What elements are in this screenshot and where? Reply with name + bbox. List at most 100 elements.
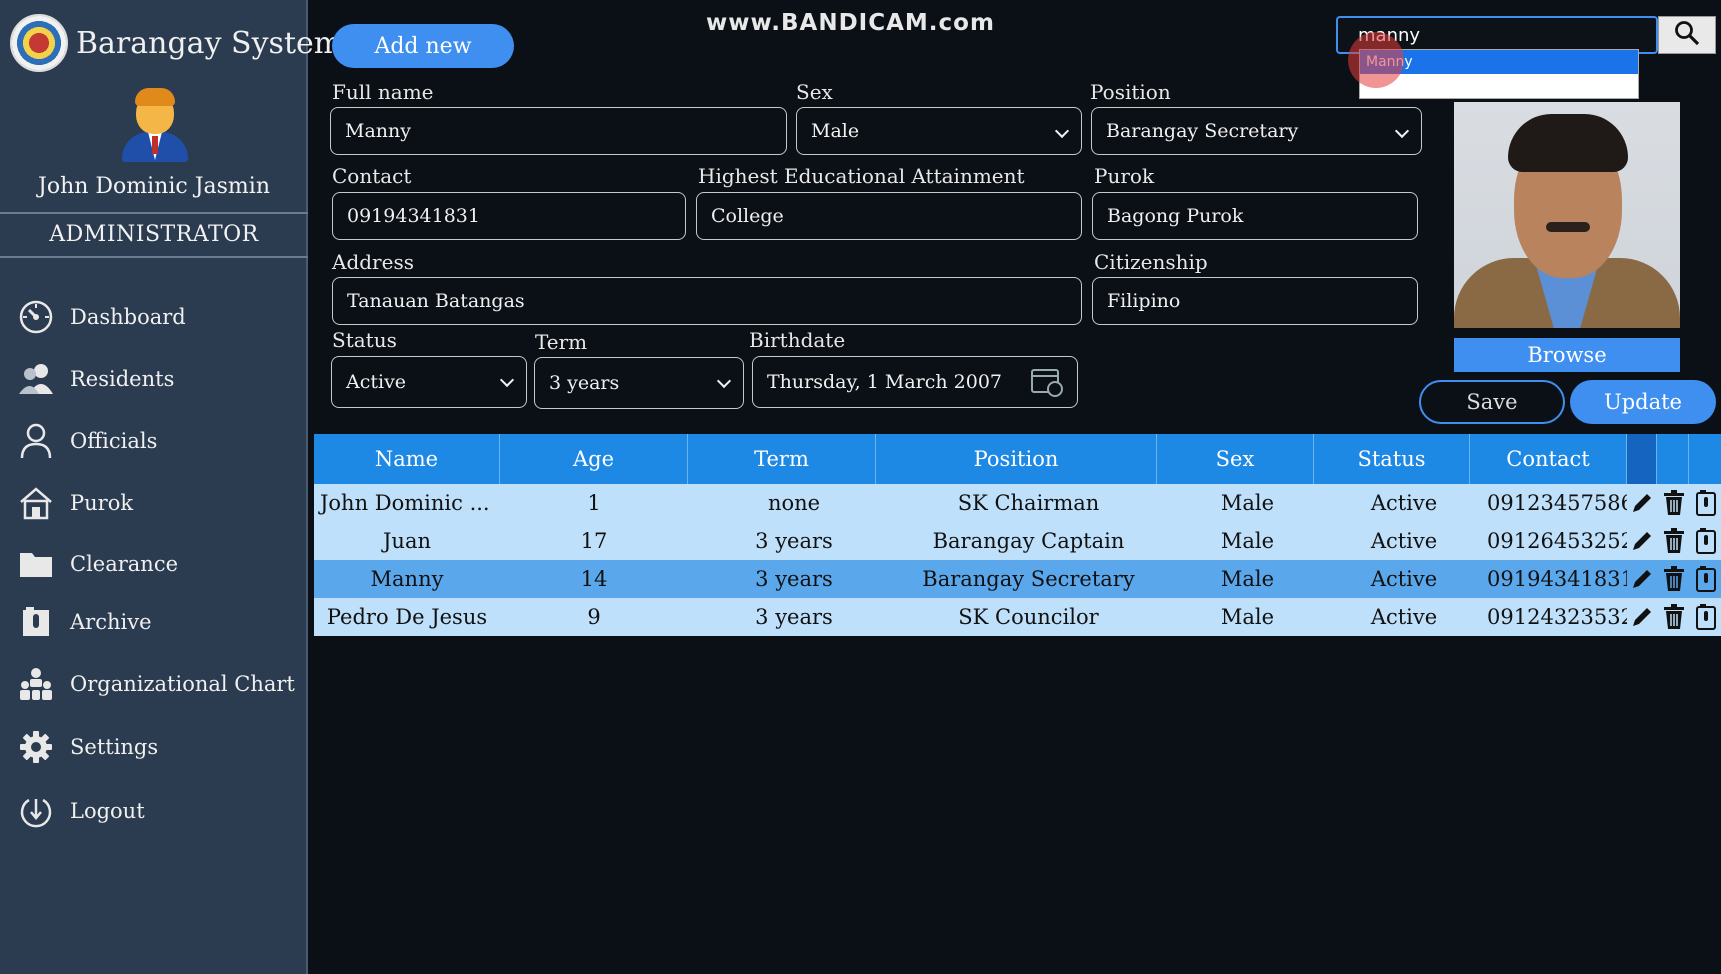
header-status[interactable]: Status bbox=[1314, 434, 1470, 484]
header-term[interactable]: Term bbox=[688, 434, 876, 484]
term-select[interactable]: 3 years bbox=[534, 357, 744, 409]
nav-purok[interactable]: Purok bbox=[16, 480, 302, 526]
delete-trash-icon[interactable] bbox=[1661, 527, 1687, 555]
cell-term: 3 years bbox=[755, 567, 833, 591]
nav-organizational-chart[interactable]: Organizational Chart bbox=[16, 661, 302, 707]
header-age[interactable]: Age bbox=[500, 434, 688, 484]
edit-pencil-icon[interactable] bbox=[1629, 565, 1655, 593]
update-button[interactable]: Update bbox=[1570, 380, 1716, 424]
table-row[interactable]: John Dominic ... 1 none SK Chairman Male… bbox=[314, 484, 1721, 522]
cell-sex: Male bbox=[1220, 491, 1275, 515]
position-select[interactable]: Barangay Secretary bbox=[1091, 107, 1422, 155]
delete-trash-icon[interactable] bbox=[1661, 603, 1687, 631]
app-title: Barangay System bbox=[76, 25, 343, 61]
cell-age: 17 bbox=[580, 529, 608, 553]
address-input[interactable]: Tanauan Batangas bbox=[332, 277, 1082, 325]
contact-input[interactable]: 09194341831 bbox=[332, 192, 686, 240]
nav-label: Purok bbox=[70, 491, 134, 515]
cell-contact: 09123457586 bbox=[1487, 491, 1627, 515]
cell-status: Active bbox=[1370, 605, 1438, 629]
header-name[interactable]: Name bbox=[314, 434, 500, 484]
cell-position: SK Councilor bbox=[958, 605, 1099, 629]
cell-name: Pedro De Jesus bbox=[326, 605, 488, 629]
save-button[interactable]: Save bbox=[1419, 380, 1565, 424]
sex-label: Sex bbox=[796, 80, 833, 104]
archive-icon[interactable] bbox=[1693, 603, 1719, 631]
cell-name: Juan bbox=[383, 529, 431, 553]
search-icon bbox=[1674, 20, 1700, 50]
birthdate-value: Thursday, 1 March 2007 bbox=[767, 371, 1003, 393]
add-new-button[interactable]: Add new bbox=[332, 24, 514, 68]
nav-label: Settings bbox=[70, 735, 159, 759]
nav-residents[interactable]: Residents bbox=[16, 356, 302, 402]
row-actions bbox=[1627, 560, 1721, 598]
nav-label: Officials bbox=[70, 429, 158, 453]
row-actions bbox=[1627, 522, 1721, 560]
nav-settings[interactable]: Settings bbox=[16, 724, 302, 770]
cell-name: Manny bbox=[370, 567, 444, 591]
cell-contact: 09124323532 bbox=[1487, 605, 1627, 629]
nav-label: Dashboard bbox=[70, 305, 186, 329]
nav-logout[interactable]: Logout bbox=[16, 788, 302, 834]
archive-icon[interactable] bbox=[1693, 489, 1719, 517]
cell-age: 9 bbox=[587, 605, 601, 629]
education-input[interactable]: College bbox=[696, 192, 1082, 240]
cell-sex: Male bbox=[1220, 605, 1275, 629]
birthdate-picker[interactable]: Thursday, 1 March 2007 bbox=[752, 356, 1078, 408]
table-row[interactable]: Pedro De Jesus 9 3 years SK Councilor Ma… bbox=[314, 598, 1721, 636]
table-row-selected[interactable]: Manny 14 3 years Barangay Secretary Male… bbox=[314, 560, 1721, 598]
education-label: Highest Educational Attainment bbox=[698, 164, 1025, 188]
edit-pencil-icon[interactable] bbox=[1629, 527, 1655, 555]
birthdate-label: Birthdate bbox=[749, 328, 846, 352]
recording-watermark: www.BANDICAM.com bbox=[706, 10, 995, 36]
citizenship-input[interactable]: Filipino bbox=[1092, 277, 1418, 325]
delete-trash-icon[interactable] bbox=[1661, 565, 1687, 593]
cell-status: Active bbox=[1370, 529, 1438, 553]
purok-label: Purok bbox=[1094, 164, 1155, 188]
nav-clearance[interactable]: Clearance bbox=[16, 541, 302, 587]
user-name: John Dominic Jasmin bbox=[38, 174, 270, 199]
house-icon bbox=[16, 483, 56, 523]
nav-label: Clearance bbox=[70, 552, 179, 576]
click-indicator bbox=[1348, 32, 1404, 88]
gauge-icon bbox=[16, 297, 56, 337]
cell-term: 3 years bbox=[755, 605, 833, 629]
edit-pencil-icon[interactable] bbox=[1629, 603, 1655, 631]
archive-icon[interactable] bbox=[1693, 565, 1719, 593]
citizenship-label: Citizenship bbox=[1094, 250, 1208, 274]
brand: Barangay System bbox=[10, 14, 342, 72]
cell-name: John Dominic ... bbox=[320, 491, 490, 515]
browse-button[interactable]: Browse bbox=[1454, 338, 1680, 372]
table-row[interactable]: Juan 17 3 years Barangay Captain Male Ac… bbox=[314, 522, 1721, 560]
nav-archive[interactable]: Archive bbox=[16, 599, 302, 645]
row-actions bbox=[1627, 598, 1721, 636]
edit-pencil-icon[interactable] bbox=[1629, 489, 1655, 517]
status-select[interactable]: Active bbox=[331, 356, 527, 408]
search-button[interactable] bbox=[1658, 16, 1716, 54]
header-sex[interactable]: Sex bbox=[1157, 434, 1314, 484]
person-icon bbox=[16, 421, 56, 461]
calendar-icon[interactable] bbox=[1031, 369, 1063, 397]
full-name-input[interactable]: Manny bbox=[330, 107, 787, 155]
gear-icon bbox=[16, 727, 56, 767]
sidebar: Barangay System John Dominic Jasmin ADMI… bbox=[0, 0, 342, 974]
header-position[interactable]: Position bbox=[876, 434, 1157, 484]
cell-age: 14 bbox=[580, 567, 608, 591]
cell-position: SK Chairman bbox=[957, 491, 1100, 515]
nav-dashboard[interactable]: Dashboard bbox=[16, 294, 302, 340]
full-name-label: Full name bbox=[332, 80, 434, 104]
delete-trash-icon[interactable] bbox=[1661, 489, 1687, 517]
nav-officials[interactable]: Officials bbox=[16, 418, 302, 464]
cell-term: none bbox=[767, 491, 821, 515]
header-action bbox=[1627, 434, 1657, 484]
header-contact[interactable]: Contact bbox=[1470, 434, 1627, 484]
cell-age: 1 bbox=[587, 491, 601, 515]
header-action bbox=[1689, 434, 1721, 484]
barangay-seal-logo bbox=[10, 14, 68, 72]
nav-label: Residents bbox=[70, 367, 175, 391]
sex-select[interactable]: Male bbox=[796, 107, 1082, 155]
purok-input[interactable]: Bagong Purok bbox=[1092, 192, 1418, 240]
officials-table: Name Age Term Position Sex Status Contac… bbox=[314, 434, 1721, 636]
archive-icon[interactable] bbox=[1693, 527, 1719, 555]
term-label: Term bbox=[535, 330, 588, 354]
